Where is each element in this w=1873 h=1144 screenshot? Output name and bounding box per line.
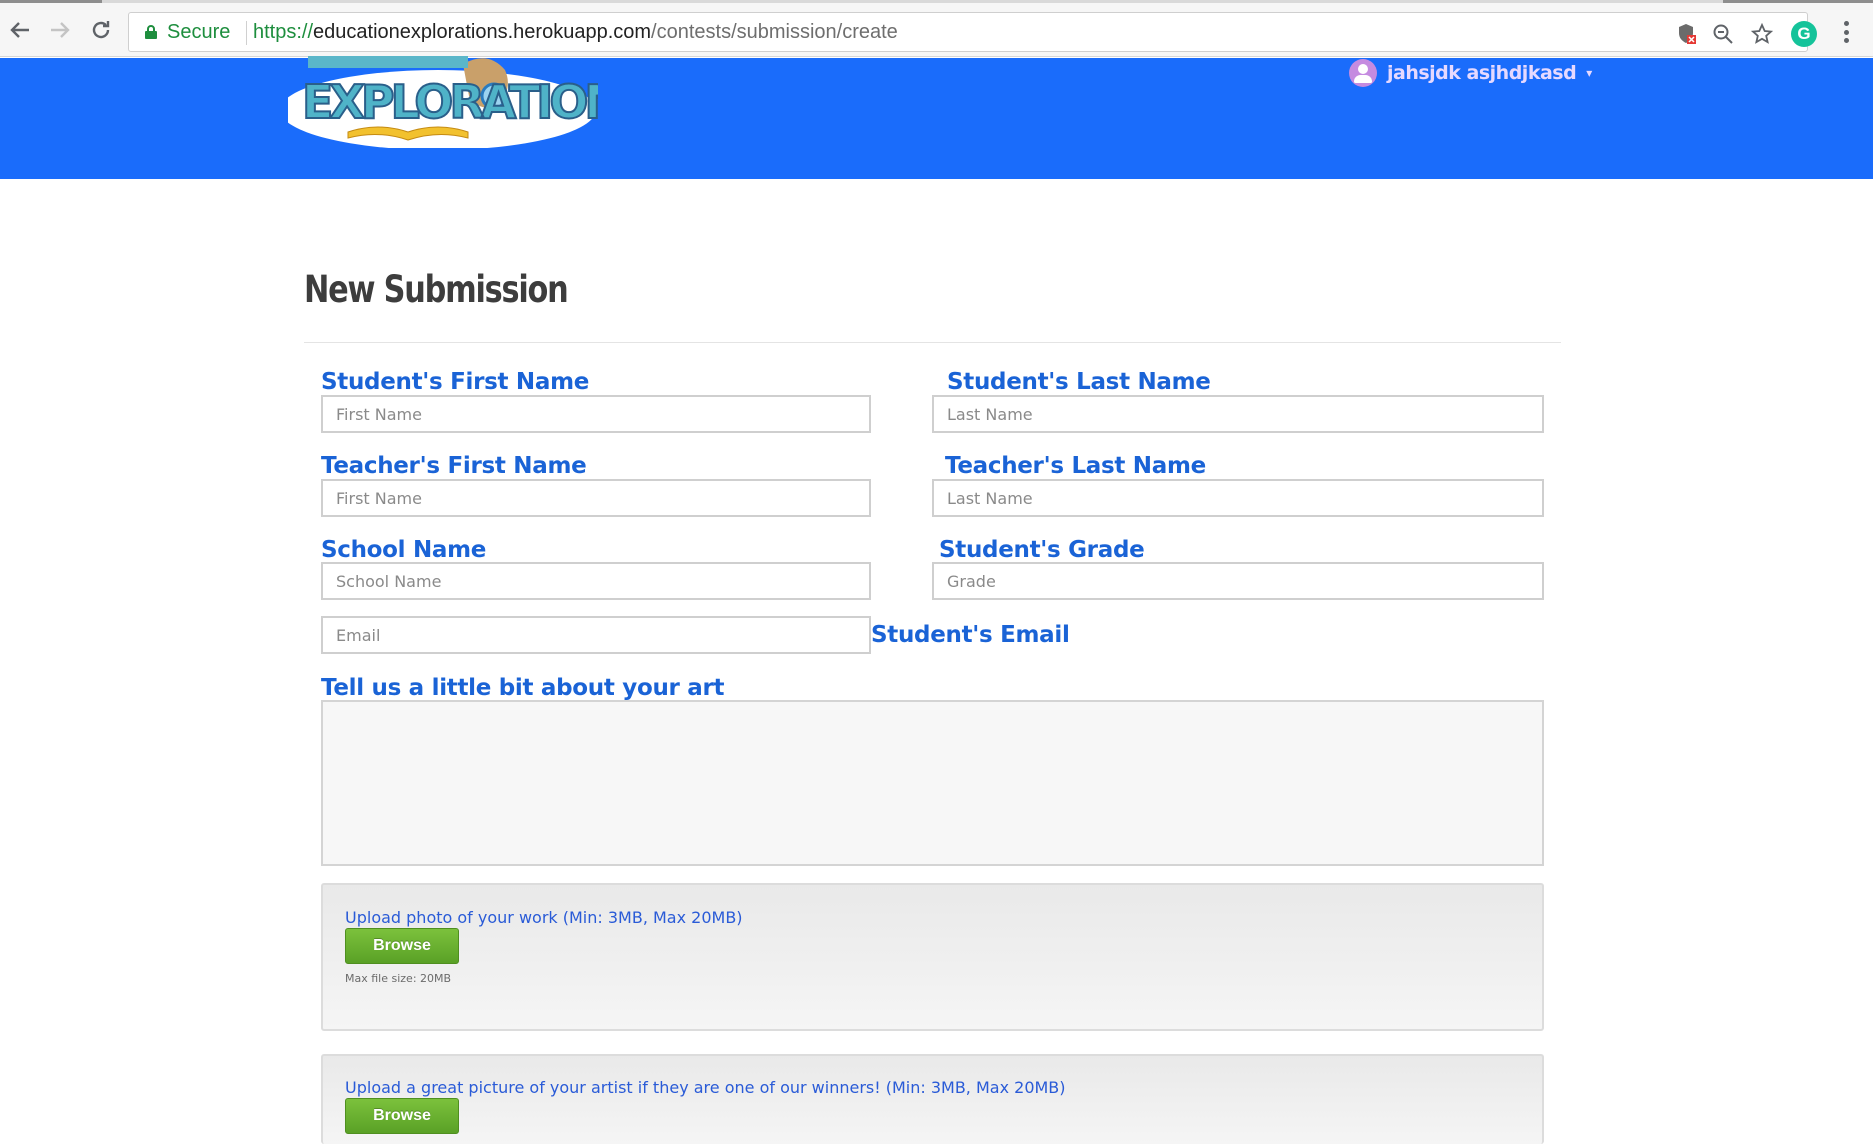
page-title: New Submission — [304, 268, 569, 311]
max-file-size-note: Max file size: 20MB — [345, 972, 452, 985]
user-name: jahsjdk asjhdjkasd — [1387, 62, 1577, 84]
url-host: educationexplorations.herokuapp.com — [313, 21, 652, 43]
browse-work-button[interactable]: Browse — [345, 928, 459, 964]
address-bar[interactable]: Secure https://educationexplorations.her… — [128, 12, 1808, 52]
student-first-name-label: Student's First Name — [321, 369, 590, 395]
shield-blocked-icon[interactable] — [1674, 21, 1700, 47]
student-email-label: Student's Email — [871, 622, 1070, 648]
browser-menu-icon[interactable] — [1836, 17, 1856, 47]
student-grade-input[interactable] — [932, 562, 1544, 600]
chevron-down-icon: ▾ — [1586, 66, 1593, 80]
avatar — [1349, 59, 1377, 87]
logo-text: EXPLORATIONS — [302, 75, 598, 129]
browse-artist-button[interactable]: Browse — [345, 1098, 459, 1134]
forward-icon[interactable] — [42, 12, 78, 48]
student-last-name-input[interactable] — [932, 395, 1544, 433]
school-name-label: School Name — [321, 537, 487, 563]
url-text[interactable]: https://educationexplorations.herokuapp.… — [253, 21, 898, 44]
back-icon[interactable] — [2, 12, 38, 48]
student-email-input[interactable] — [321, 616, 871, 654]
student-grade-label: Student's Grade — [939, 537, 1145, 563]
about-art-textarea[interactable] — [321, 700, 1544, 866]
upload-work-panel: Upload photo of your work (Min: 3MB, Max… — [321, 883, 1544, 1031]
teacher-last-name-label: Teacher's Last Name — [945, 453, 1206, 479]
divider — [304, 342, 1561, 343]
teacher-first-name-label: Teacher's First Name — [321, 453, 587, 479]
lock-icon — [145, 25, 157, 39]
url-path: /contests/submission/create — [651, 21, 898, 43]
grammarly-extension-icon[interactable]: G — [1791, 21, 1817, 47]
upload-work-label: Upload photo of your work (Min: 3MB, Max… — [345, 908, 743, 927]
bookmark-star-icon[interactable] — [1749, 21, 1775, 47]
secure-label: Secure — [167, 21, 231, 43]
upload-artist-panel: Upload a great picture of your artist if… — [321, 1054, 1544, 1144]
student-last-name-label: Student's Last Name — [947, 369, 1211, 395]
about-art-label: Tell us a little bit about your art — [321, 675, 725, 701]
browser-toolbar: Secure https://educationexplorations.her… — [0, 3, 1873, 57]
url-scheme: https:// — [253, 21, 314, 43]
site-logo[interactable]: EXPLORATIONS — [288, 56, 598, 148]
url-divider — [246, 21, 247, 45]
teacher-first-name-input[interactable] — [321, 479, 871, 517]
teacher-last-name-input[interactable] — [932, 479, 1544, 517]
zoom-icon[interactable] — [1710, 21, 1736, 47]
user-menu[interactable]: jahsjdk asjhdjkasd ▾ — [1349, 57, 1592, 89]
reload-icon[interactable] — [83, 12, 119, 48]
student-first-name-input[interactable] — [321, 395, 871, 433]
school-name-input[interactable] — [321, 562, 871, 600]
upload-artist-label: Upload a great picture of your artist if… — [345, 1078, 1066, 1097]
